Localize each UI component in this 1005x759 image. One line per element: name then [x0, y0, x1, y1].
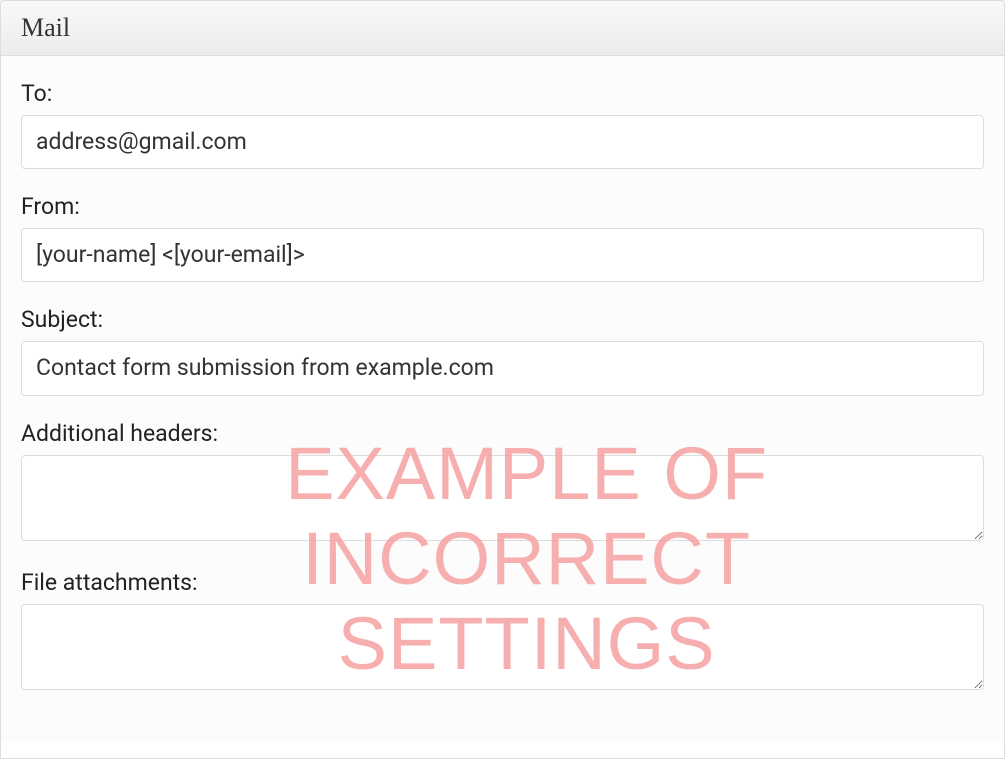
- subject-group: Subject:: [21, 306, 984, 395]
- file-attachments-label: File attachments:: [21, 569, 984, 596]
- subject-input[interactable]: [21, 341, 984, 395]
- file-attachments-textarea[interactable]: [21, 604, 984, 690]
- file-attachments-group: File attachments:: [21, 569, 984, 694]
- panel-body: To: From: Subject: Additional headers: F…: [1, 56, 1004, 742]
- from-label: From:: [21, 193, 984, 220]
- panel-title: Mail: [1, 1, 1004, 56]
- from-group: From:: [21, 193, 984, 282]
- additional-headers-group: Additional headers:: [21, 420, 984, 545]
- additional-headers-label: Additional headers:: [21, 420, 984, 447]
- from-input[interactable]: [21, 228, 984, 282]
- to-input[interactable]: [21, 115, 984, 169]
- subject-label: Subject:: [21, 306, 984, 333]
- additional-headers-textarea[interactable]: [21, 455, 984, 541]
- to-label: To:: [21, 80, 984, 107]
- mail-panel: Mail To: From: Subject: Additional heade…: [0, 0, 1005, 759]
- to-group: To:: [21, 80, 984, 169]
